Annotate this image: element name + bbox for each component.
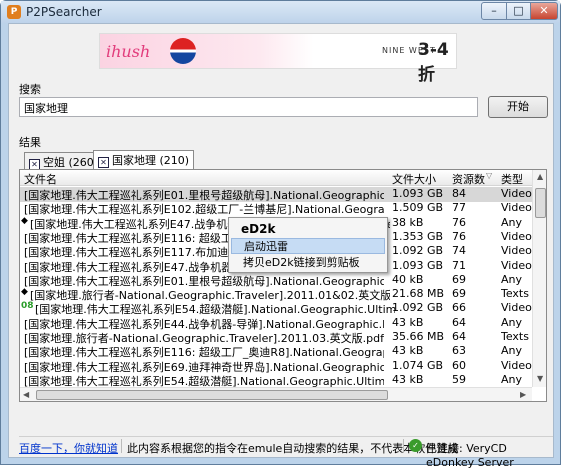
file-size: 43 kB	[392, 372, 424, 386]
table-row[interactable]: [国家地理.伟大工程巡礼系列E54.超级潜艇].National.Geograp…	[20, 301, 537, 316]
file-size: 1.074 GB	[392, 358, 444, 372]
scroll-up-icon[interactable]: ▲	[537, 172, 543, 181]
source-count: 76	[452, 215, 466, 229]
tab-label: 空姐 (260)	[43, 156, 99, 169]
menu-item-launch-thunder[interactable]: 启动迅雷	[231, 238, 385, 254]
file-size: 1.092 GB	[392, 301, 444, 315]
tab-label: 国家地理 (210)	[112, 154, 190, 167]
table-row[interactable]: [国家地理.伟大工程巡礼系列E69.迪拜神奇世界岛].National.Geog…	[20, 358, 537, 374]
menu-item-copy-ed2k-link[interactable]: 拷贝eD2k链接到剪贴板	[231, 255, 385, 271]
status-bar: 百度一下，你就知道 此内容系根据您的指令在emule自动搜索的结果，不代表本软件…	[19, 436, 553, 469]
app-window: P P2PSearcher – □ ✕ ihush NINE WEST 3-4折…	[0, 0, 561, 469]
baidu-link[interactable]: 百度一下，你就知道	[19, 440, 118, 456]
source-count: 66	[452, 301, 466, 315]
title-bar[interactable]: P P2PSearcher – □ ✕	[1, 1, 560, 23]
table-row[interactable]: [国家地理.伟大工程巡礼系列E116: 超级工厂_奥迪R8].National.…	[20, 344, 532, 359]
file-size: 1.093 GB	[392, 187, 444, 200]
tab-guojiadili[interactable]: ✕ 国家地理 (210)	[93, 150, 195, 171]
source-count: 64	[452, 330, 466, 343]
scroll-right-icon[interactable]: ▶	[520, 390, 526, 399]
table-row[interactable]: [国家地理.伟大工程巡礼系列E54.超级潜艇].National.Geograp…	[20, 373, 532, 388]
file-size: 1.093 GB	[392, 258, 444, 272]
start-button[interactable]: 开始	[488, 96, 548, 118]
complete-file-icon: 08	[21, 301, 34, 312]
context-menu: eD2k 启动迅雷 拷贝eD2k链接到剪贴板	[228, 217, 388, 273]
table-row[interactable]: [国家地理.旅行者-National.Geographic.Traveler].…	[20, 287, 532, 302]
close-tab-icon[interactable]: ✕	[98, 157, 109, 168]
table-row[interactable]: [国家地理.伟大工程巡礼系列E01.里根号超级航母].National.Geog…	[20, 273, 532, 288]
pepsi-logo-icon	[170, 38, 196, 64]
table-row[interactable]: [国家地理.伟大工程巡礼系列E102.超级工厂-兰博基尼].National.G…	[20, 201, 537, 216]
bullet-icon: ◆	[21, 287, 28, 298]
source-count: 84	[452, 187, 466, 200]
source-count: 59	[452, 372, 466, 386]
results-label: 结果	[19, 136, 41, 149]
horizontal-scroll-thumb[interactable]	[36, 390, 388, 400]
minimize-button[interactable]: –	[481, 2, 507, 20]
maximize-button[interactable]: □	[506, 2, 531, 20]
file-size: 1.509 GB	[392, 201, 444, 215]
window-title: P2PSearcher	[26, 5, 102, 19]
tab-kongjie[interactable]: ✕ 空姐 (260)	[24, 152, 104, 170]
table-row[interactable]: [国家地理.旅行者-National.Geographic.Traveler].…	[20, 330, 532, 345]
source-count: 77	[452, 201, 466, 215]
table-row[interactable]: [国家地理.伟大工程巡礼系列E01.里根号超级航母].National.Geog…	[20, 187, 537, 202]
column-header-name[interactable]: 文件名	[24, 171, 57, 187]
column-header-sources[interactable]: 资源数	[452, 171, 485, 187]
ad-sale: 3-4折	[418, 40, 449, 85]
vertical-scroll-thumb[interactable]	[535, 188, 546, 218]
sort-arrow-icon: ▽	[486, 171, 493, 180]
source-count: 64	[452, 315, 466, 329]
status-divider	[403, 439, 404, 453]
app-icon: P	[7, 5, 21, 19]
scroll-down-icon[interactable]: ▼	[537, 374, 543, 383]
column-header-size[interactable]: 文件大小	[392, 171, 436, 187]
search-label: 搜索	[19, 83, 41, 96]
column-header-type[interactable]: 类型	[501, 171, 523, 187]
source-count: 71	[452, 258, 466, 272]
ad-brand: ihush	[106, 42, 151, 61]
status-divider	[121, 439, 122, 453]
connected-icon: ✓	[409, 439, 422, 452]
table-row[interactable]: [国家地理.伟大工程巡礼系列E44.战争机器-导弹].National.Geog…	[20, 316, 532, 331]
file-size: 43 kB	[392, 315, 424, 329]
file-size: 21.68 MB	[392, 287, 445, 301]
list-header: 文件名 文件大小 资源数 ▽ 类型	[20, 170, 532, 186]
source-count: 69	[452, 287, 466, 301]
file-size: 40 kB	[392, 272, 424, 286]
horizontal-scrollbar[interactable]: ◀ ▶	[20, 387, 532, 401]
source-count: 69	[452, 272, 466, 286]
source-count: 76	[452, 229, 466, 243]
source-count: 60	[452, 358, 466, 372]
file-size: 1.353 GB	[392, 229, 444, 243]
main-panel: ihush NINE WEST 3-4折 搜索 国家地理 开始 结果 ✕ 空姐 (…	[8, 23, 554, 469]
search-input[interactable]: 国家地理	[19, 97, 478, 117]
bullet-icon: ◆	[21, 215, 28, 226]
file-size: 1.092 GB	[392, 244, 444, 258]
file-size: 43 kB	[392, 344, 424, 358]
source-count: 63	[452, 344, 466, 358]
ad-banner[interactable]: ihush NINE WEST 3-4折	[99, 33, 457, 85]
context-menu-title: eD2k	[241, 222, 276, 236]
vertical-scrollbar[interactable]: ▲ ▼	[532, 170, 546, 387]
results-list[interactable]: 文件名 文件大小 资源数 ▽ 类型 [国家地理.伟大工程巡礼系列E01.里根号超…	[19, 169, 547, 402]
file-size: 38 kB	[392, 215, 424, 229]
source-count: 74	[452, 244, 466, 258]
scroll-left-icon[interactable]: ◀	[23, 390, 29, 399]
close-button[interactable]: ✕	[530, 2, 558, 20]
file-size: 35.66 MB	[392, 330, 445, 343]
